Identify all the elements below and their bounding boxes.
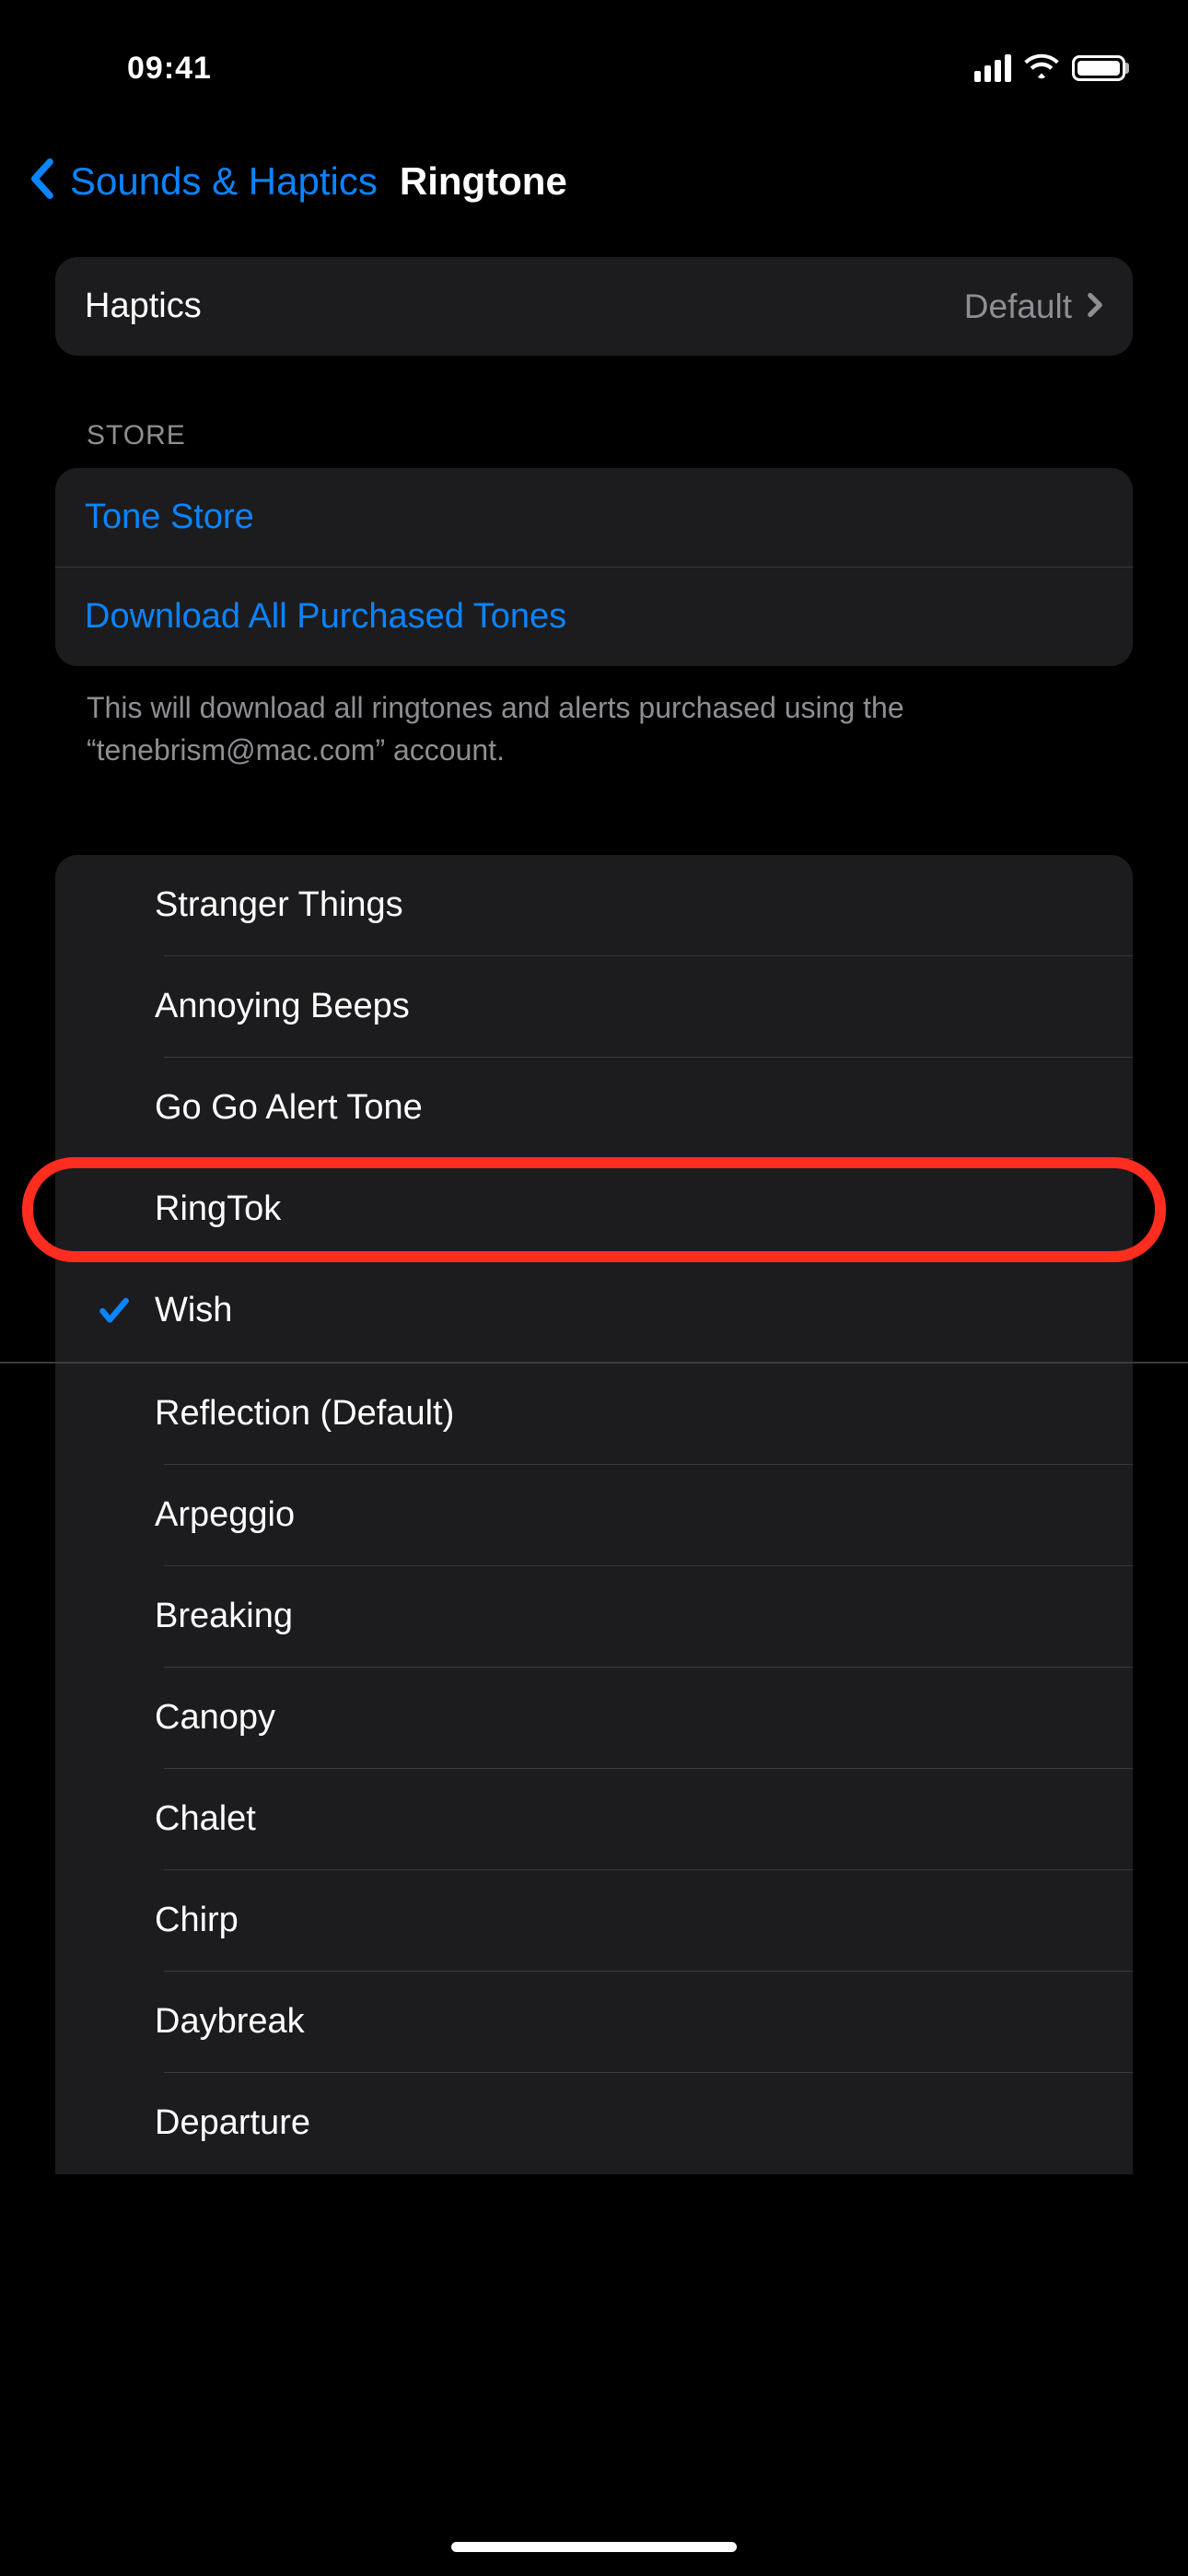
ringtone-name: Breaking xyxy=(155,1597,293,1636)
ringtone-name: Chirp xyxy=(155,1901,239,1940)
download-all-label: Download All Purchased Tones xyxy=(85,597,566,637)
ringtone-list: Stranger Things Annoying Beeps Go Go Alert… xyxy=(55,855,1133,2174)
ringtone-row[interactable]: Canopy xyxy=(55,1668,1133,1769)
tone-store-row[interactable]: Tone Store xyxy=(55,468,1133,568)
battery-icon xyxy=(1072,55,1125,81)
ringtone-name: Annoying Beeps xyxy=(155,987,410,1026)
tone-store-label: Tone Store xyxy=(85,498,254,537)
status-time: 09:41 xyxy=(127,51,212,87)
ringtone-name: Chalet xyxy=(155,1799,256,1839)
haptics-value: Default xyxy=(964,287,1072,326)
ringtone-row[interactable]: Breaking xyxy=(55,1566,1133,1668)
download-all-row[interactable]: Download All Purchased Tones xyxy=(55,568,1133,666)
ringtone-row[interactable]: Stranger Things xyxy=(55,855,1133,956)
ringtone-row[interactable]: Chirp xyxy=(55,1870,1133,1972)
cellular-signal-icon xyxy=(974,54,1011,82)
ringtone-row[interactable]: Chalet xyxy=(55,1769,1133,1870)
store-section-header: STORE xyxy=(55,356,1133,468)
ringtone-row[interactable]: Annoying Beeps xyxy=(55,956,1133,1058)
ringtone-name: Reflection (Default) xyxy=(155,1394,454,1434)
ringtone-row[interactable]: Go Go Alert Tone xyxy=(55,1058,1133,1159)
checkmark-icon xyxy=(74,1294,155,1329)
ringtone-row[interactable]: RingTok xyxy=(55,1159,1133,1260)
ringtone-name: Go Go Alert Tone xyxy=(155,1088,423,1128)
ringtone-name: Daybreak xyxy=(155,2002,305,2042)
page-title: Ringtone xyxy=(400,159,567,204)
navigation-header: Sounds & Haptics Ringtone xyxy=(0,111,1188,237)
ringtone-name: Arpeggio xyxy=(155,1495,295,1535)
ringtone-row[interactable]: Daybreak xyxy=(55,1972,1133,2073)
ringtone-name: RingTok xyxy=(155,1189,281,1229)
haptics-value-container: Default xyxy=(964,287,1103,326)
wifi-icon xyxy=(1024,53,1059,84)
status-bar: 09:41 xyxy=(0,0,1188,111)
back-chevron-icon[interactable] xyxy=(28,158,55,204)
home-indicator[interactable] xyxy=(451,2542,737,2552)
haptics-row[interactable]: Haptics Default xyxy=(55,257,1133,356)
chevron-right-icon xyxy=(1087,287,1103,326)
haptics-group: Haptics Default xyxy=(55,257,1133,356)
status-indicators xyxy=(974,53,1125,84)
haptics-label: Haptics xyxy=(85,287,202,326)
ringtone-row[interactable]: Wish xyxy=(55,1260,1133,1362)
ringtone-name: Canopy xyxy=(155,1698,275,1738)
ringtone-row[interactable]: Departure xyxy=(55,2073,1133,2174)
ringtone-name: Wish xyxy=(155,1291,232,1330)
store-group: Tone Store Download All Purchased Tones xyxy=(55,468,1133,666)
store-section-footer: This will download all ringtones and ale… xyxy=(55,666,1133,772)
ringtone-name: Stranger Things xyxy=(155,885,403,925)
ringtone-row[interactable]: Reflection (Default) xyxy=(55,1364,1133,1465)
ringtone-row[interactable]: Arpeggio xyxy=(55,1465,1133,1566)
ringtone-name: Departure xyxy=(155,2103,310,2143)
back-button-label[interactable]: Sounds & Haptics xyxy=(70,159,378,204)
